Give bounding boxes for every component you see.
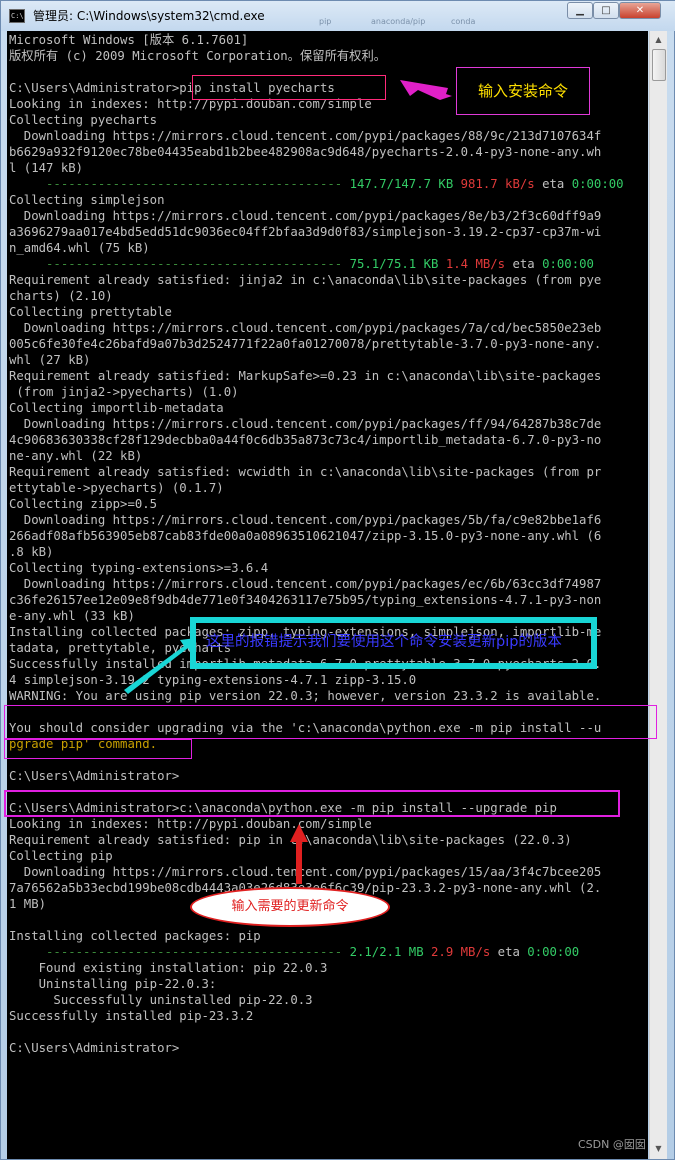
console-line: Found existing installation: pip 22.0.3 [9, 961, 328, 975]
console-line: 005c6fe30fe4c26bafd9a07b3d2524771f22a0fa… [9, 337, 602, 351]
console-line: 266adf08afb563905eb87cab83fde00a0a089635… [9, 529, 602, 543]
progress-eta-label: eta [512, 257, 535, 271]
install-command-callout: 输入安装命令 [456, 67, 590, 115]
console-line: Microsoft Windows [版本 6.1.7601] [9, 33, 249, 47]
console-line: .8 kB) [9, 545, 54, 559]
cmd-window: C:\ 管理员: C:\Windows\system32\cmd.exe pip… [0, 0, 675, 1160]
console-line: Successfully installed pip-23.3.2 [9, 1009, 254, 1023]
warning-hint-callout: 这里的报错提示我们要使用这个命令安装更新pip的版本 [190, 617, 597, 669]
console-line: Downloading https://mirrors.cloud.tencen… [9, 209, 602, 223]
scroll-thumb[interactable] [652, 49, 666, 81]
console-line: Downloading https://mirrors.cloud.tencen… [9, 865, 602, 879]
console-line: 版权所有 (c) 2009 Microsoft Corporation。保留所有… [9, 49, 387, 63]
console-line: WARNING: You are using pip version 22.0.… [9, 689, 602, 703]
progress-eta-label: eta [497, 945, 520, 959]
console-line: l (147 kB) [9, 161, 84, 175]
console-line: Collecting importlib-metadata [9, 401, 224, 415]
warning-highlight [4, 705, 657, 739]
console-line: ne-any.whl (22 kB) [9, 449, 143, 463]
progress-line: ----------------------------------------… [9, 944, 579, 960]
scroll-down-icon[interactable]: ▼ [651, 1141, 666, 1156]
progress-speed: 1.4 MB/s [445, 257, 506, 271]
console-output[interactable]: Microsoft Windows [版本 6.1.7601] 版权所有 (c) … [7, 31, 648, 1159]
console-line: Downloading https://mirrors.cloud.tencen… [9, 321, 602, 335]
progress-size: 75.1/75.1 KB [349, 257, 439, 271]
warning-highlight-tail [4, 739, 192, 759]
console-line: Uninstalling pip-22.0.3: [9, 977, 217, 991]
progress-bar: ---------------------------------------- [46, 257, 343, 271]
progress-line: ----------------------------------------… [9, 256, 594, 272]
console-line: Requirement already satisfied: wcwidth i… [9, 465, 602, 479]
maximize-button[interactable]: □ [593, 2, 619, 19]
console-line: Collecting typing-extensions>=3.6.4 [9, 561, 269, 575]
progress-size: 2.1/2.1 MB [349, 945, 424, 959]
console-line: Downloading https://mirrors.cloud.tencen… [9, 513, 602, 527]
console-line: 1 MB) [9, 897, 47, 911]
console-line: Collecting pip [9, 849, 113, 863]
console-line: Collecting pyecharts [9, 113, 158, 127]
console-line: Collecting zipp>=0.5 [9, 497, 158, 511]
console-line: n_amd64.whl (75 kB) [9, 241, 150, 255]
progress-speed: 2.9 MB/s [431, 945, 491, 959]
console-line: Requirement already satisfied: MarkupSaf… [9, 369, 602, 383]
console-line: 4 simplejson-3.19.2 typing-extensions-4.… [9, 673, 417, 687]
title-bar[interactable]: C:\ 管理员: C:\Windows\system32\cmd.exe pip… [1, 1, 675, 31]
window-title: 管理员: C:\Windows\system32\cmd.exe [33, 9, 265, 23]
progress-eta: 0:00:00 [542, 257, 594, 271]
console-line: whl (27 kB) [9, 353, 91, 367]
console-line: charts) (2.10) [9, 289, 113, 303]
progress-bar: ---------------------------------------- [46, 177, 343, 191]
update-command-callout: 输入需要的更新命令 [190, 887, 390, 927]
progress-size: 147.7/147.7 KB [349, 177, 454, 191]
console-line: Downloading https://mirrors.cloud.tencen… [9, 577, 602, 591]
vertical-scrollbar[interactable]: ▲ ▼ [649, 31, 667, 1159]
console-line: b6629a932f9120ec78be04435eabd1b2bee48290… [9, 145, 602, 159]
scroll-up-icon[interactable]: ▲ [651, 32, 666, 47]
console-line: (from jinja2->pyecharts) (1.0) [9, 385, 239, 399]
minimize-button[interactable]: ▁ [567, 2, 593, 19]
console-line: Looking in indexes: http://pypi.douban.c… [9, 817, 372, 831]
console-line: Successfully uninstalled pip-22.0.3 [9, 993, 313, 1007]
console-line: 4c90683630338cf28f129decbba0a44f0c6db35a… [9, 433, 602, 447]
console-line: e-any.whl (33 kB) [9, 609, 135, 623]
progress-speed: 981.7 kB/s [460, 177, 535, 191]
console-line: Downloading https://mirrors.cloud.tencen… [9, 129, 602, 143]
console-line: Requirement already satisfied: jinja2 in… [9, 273, 602, 287]
console-line: Requirement already satisfied: pip in c:… [9, 833, 572, 847]
console-line: Collecting simplejson [9, 193, 165, 207]
ghost-tab: pip [319, 17, 332, 26]
progress-eta: 0:00:00 [571, 177, 624, 191]
console-line: c36fe26157ee12e09e8f9db4de771e0f34042631… [9, 593, 602, 607]
console-line: C:\Users\Administrator> [9, 1041, 180, 1055]
progress-line: ----------------------------------------… [9, 176, 624, 192]
close-button[interactable]: ✕ [619, 2, 661, 19]
install-command-highlight [192, 75, 386, 100]
console-line: Collecting prettytable [9, 305, 172, 319]
console-line: Installing collected packages: pip [9, 929, 261, 943]
console-line: ettytable->pyecharts) (0.1.7) [9, 481, 224, 495]
watermark: CSDN @囡囡 [578, 1138, 646, 1151]
progress-eta-label: eta [542, 177, 565, 191]
console-line: C:\Users\Administrator> [9, 769, 180, 783]
ghost-tab: conda [451, 17, 476, 26]
update-command-highlight [4, 790, 620, 817]
progress-eta: 0:00:00 [527, 945, 580, 959]
cmd-icon: C:\ [9, 9, 25, 23]
console-line: Downloading https://mirrors.cloud.tencen… [9, 417, 602, 431]
ghost-tab: anaconda/pip [371, 17, 426, 26]
console-line: a3696279aa017e4bd5edd51dc9036ec04ff2bfaa… [9, 225, 602, 239]
progress-bar: ---------------------------------------- [46, 945, 343, 959]
